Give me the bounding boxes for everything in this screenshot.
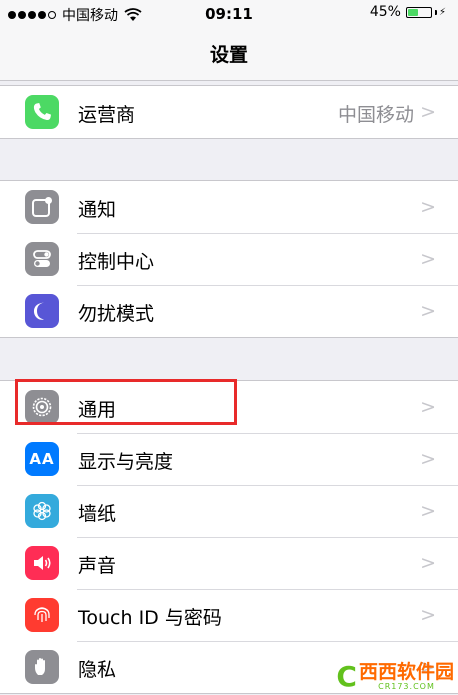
chevron-right-icon: > (420, 248, 436, 270)
settings-row-label: 隐私 (78, 659, 117, 681)
settings-group-notifications: 通知 > 控制中心 > 勿扰模式 > (0, 180, 458, 338)
navigation-bar: 设置 (0, 28, 458, 81)
settings-row-label: 声音 (78, 555, 117, 577)
status-right: 45% ⚡ (370, 4, 446, 20)
settings-row-label: 显示与亮度 (78, 451, 174, 473)
settings-row-label: 勿扰模式 (78, 303, 155, 325)
watermark-sub: CR173.COM (378, 681, 435, 691)
settings-row-label: 控制中心 (78, 251, 155, 273)
charging-icon: ⚡ (438, 6, 446, 18)
chevron-right-icon: > (420, 448, 436, 470)
hand-icon (25, 650, 59, 684)
chevron-right-icon: > (420, 604, 436, 626)
settings-group-general: 通用 > AA 显示与亮度 > 墙纸 > 声音 > Touch ID 与密码 >… (0, 380, 458, 694)
display-icon-text: AA (29, 450, 55, 468)
battery-fill (407, 8, 418, 16)
settings-row-label: 运营商 (78, 104, 136, 126)
settings-row-carrier[interactable]: 运营商 中国移动 > (0, 86, 458, 138)
settings-group-carrier: 运营商 中国移动 > (0, 85, 458, 139)
highlight-box (15, 379, 237, 425)
chevron-right-icon: > (420, 552, 436, 574)
fingerprint-icon (25, 598, 59, 632)
notifications-icon (25, 190, 59, 224)
wallpaper-icon (25, 494, 59, 528)
display-icon: AA (25, 442, 59, 476)
battery-percent: 45% (369, 4, 401, 20)
settings-row-display[interactable]: AA 显示与亮度 > (0, 433, 458, 485)
settings-row-label: 通知 (78, 199, 117, 221)
control-center-icon (25, 242, 59, 276)
chevron-right-icon: > (420, 396, 436, 418)
settings-row-wallpaper[interactable]: 墙纸 > (0, 485, 458, 537)
settings-row-control-center[interactable]: 控制中心 > (0, 233, 458, 285)
battery-cap (434, 9, 437, 15)
battery-icon (405, 6, 432, 18)
chevron-right-icon: > (420, 300, 436, 322)
watermark-icon: C (336, 660, 357, 693)
page-title: 设置 (209, 44, 248, 66)
status-bar: 中国移动 09:11 45% ⚡ (0, 0, 458, 28)
chevron-right-icon: > (420, 101, 436, 123)
moon-icon (25, 294, 59, 328)
phone-icon (25, 95, 59, 129)
settings-row-sounds[interactable]: 声音 > (0, 537, 458, 589)
settings-row-label: 墙纸 (78, 503, 117, 525)
watermark-logo: C 西西软件园 CR173.COM (336, 660, 454, 693)
watermark-name: 西西软件园 (358, 660, 454, 683)
chevron-right-icon: > (420, 196, 436, 218)
speaker-icon (25, 546, 59, 580)
carrier-value: 中国移动 (337, 104, 414, 126)
settings-row-notifications[interactable]: 通知 > (0, 181, 458, 233)
settings-row-do-not-disturb[interactable]: 勿扰模式 > (0, 285, 458, 337)
settings-row-label: Touch ID 与密码 (78, 607, 222, 629)
chevron-right-icon: > (420, 500, 436, 522)
settings-row-touch-id[interactable]: Touch ID 与密码 > (0, 589, 458, 641)
